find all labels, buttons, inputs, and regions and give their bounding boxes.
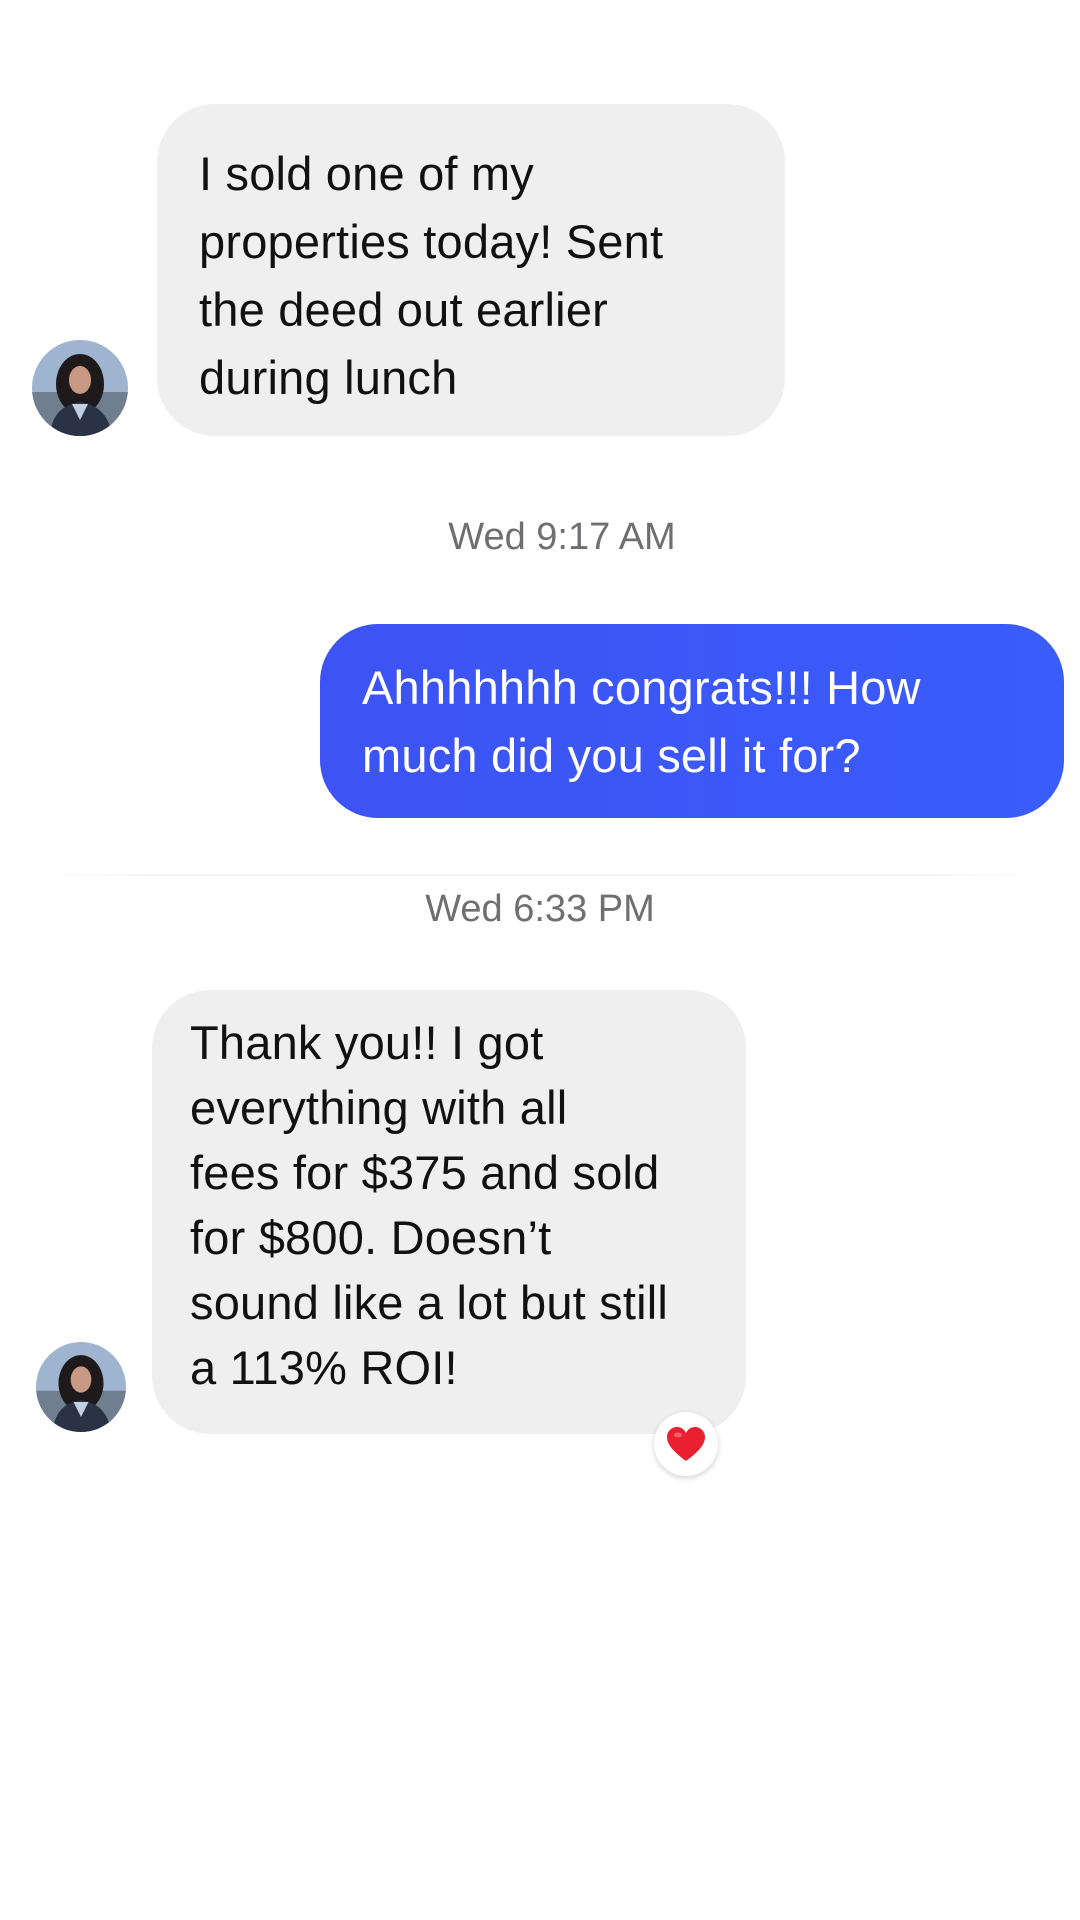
message-bubble-incoming[interactable]: Thank you!! I got everything with all fe…: [152, 990, 746, 1434]
contact-avatar-photo-icon: [32, 340, 128, 436]
message-timestamp: Wed 9:17 AM: [448, 516, 676, 558]
message-bubble-incoming[interactable]: I sold one of my properties today! Sent …: [157, 104, 785, 436]
message-reaction[interactable]: [654, 1412, 718, 1476]
contact-avatar-photo-icon: [36, 1342, 126, 1432]
message-bubble-outgoing[interactable]: Ahhhhhhh congrats!!! How much did you se…: [320, 624, 1064, 818]
heart-icon: [667, 1427, 705, 1461]
divider: [40, 874, 1040, 876]
message-timestamp: Wed 6:33 PM: [425, 888, 655, 930]
contact-avatar[interactable]: [32, 340, 128, 436]
contact-avatar[interactable]: [36, 1342, 126, 1432]
message-thread: I sold one of my properties today! Sent …: [0, 0, 1080, 1920]
